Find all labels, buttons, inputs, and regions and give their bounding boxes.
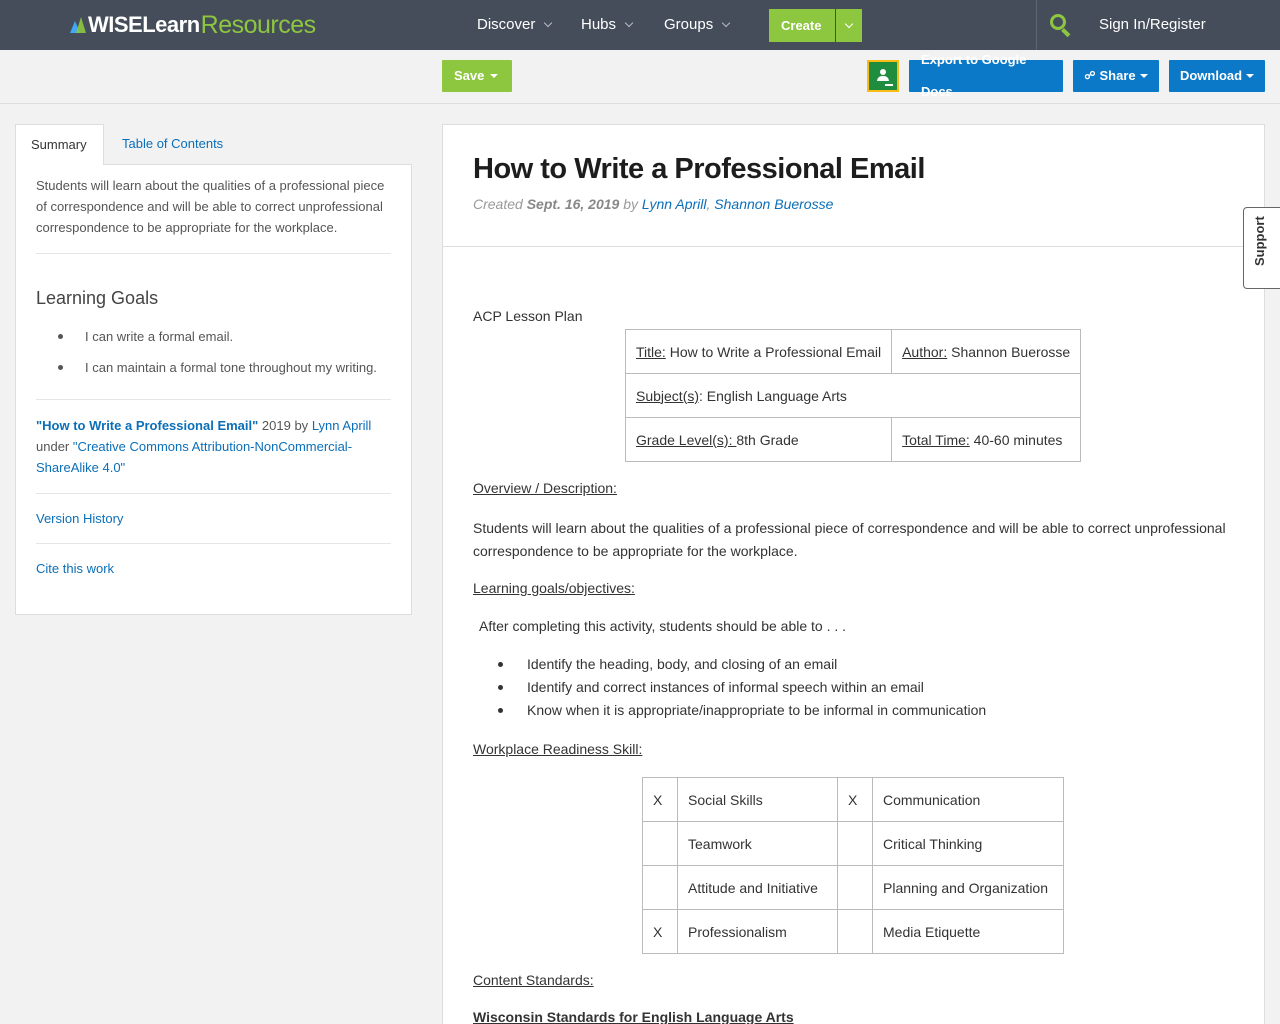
table-cell: Grade Level(s): 8th Grade	[624, 417, 893, 462]
save-button[interactable]: Save	[442, 60, 512, 92]
nav-divider	[1036, 0, 1037, 50]
nav-hubs[interactable]: Hubs	[581, 0, 634, 50]
list-item: Identify and correct instances of inform…	[527, 679, 924, 695]
chevron-down-icon	[624, 18, 634, 28]
author-link[interactable]: Shannon Buerosse	[714, 196, 833, 212]
lesson-plan-label: ACP Lesson Plan	[473, 308, 583, 324]
wiselearn-logo[interactable]: WISELearn Resources	[70, 11, 316, 39]
nav-groups[interactable]: Groups	[664, 0, 731, 50]
table-cell: X	[837, 777, 873, 822]
caret-down-icon	[1246, 74, 1255, 78]
learning-goals-list: I can write a formal email. I can mainta…	[36, 321, 391, 400]
table-cell: Professionalism	[677, 909, 838, 954]
bullet-icon	[498, 662, 503, 667]
table-cell	[642, 821, 678, 866]
divider	[443, 246, 1264, 247]
overview-heading: Overview / Description:	[473, 480, 617, 496]
table-row: Teamwork Critical Thinking	[642, 821, 1064, 866]
objectives-intro: After completing this activity, students…	[479, 618, 847, 634]
attribution: "How to Write a Professional Email" 2019…	[36, 415, 391, 494]
content-standards-heading: Content Standards:	[473, 972, 594, 988]
list-item: I can maintain a formal tone throughout …	[36, 352, 391, 383]
top-navbar: WISELearn Resources Discover Hubs Groups …	[0, 0, 1280, 50]
table-row: Attitude and Initiative Planning and Org…	[642, 865, 1064, 910]
created-date: Sept. 16, 2019	[526, 196, 620, 212]
learning-goals-heading: Learning Goals	[36, 288, 159, 308]
cite-this-work-link[interactable]: Cite this work	[36, 561, 114, 576]
tab-table-of-contents[interactable]: Table of Contents	[107, 124, 238, 165]
export-google-docs-button[interactable]: Export to Google Docs	[909, 52, 1063, 99]
table-cell: X	[642, 909, 678, 954]
table-row: X Social Skills X Communication	[642, 777, 1064, 822]
table-cell: X	[642, 777, 678, 822]
summary-panel: Students will learn about the qualities …	[15, 164, 412, 615]
chevron-down-icon	[544, 18, 553, 28]
table-cell: Social Skills	[677, 777, 838, 822]
created-meta: Created Sept. 16, 2019 by Lynn Aprill, S…	[473, 196, 834, 212]
share-button[interactable]: ☍ Share	[1073, 60, 1159, 92]
share-icon: ☍	[1084, 70, 1096, 82]
resource-content: How to Write a Professional Email Create…	[442, 124, 1265, 1024]
chevron-down-icon	[844, 19, 854, 28]
chevron-down-icon	[721, 18, 731, 28]
list-item: I can write a formal email.	[36, 321, 391, 352]
table-cell: Media Etiquette	[872, 909, 1064, 954]
nav-discover[interactable]: Discover	[477, 0, 553, 50]
standards-subheading: Wisconsin Standards for English Language…	[473, 1009, 794, 1024]
version-history-link[interactable]: Version History	[36, 511, 123, 526]
cite-row: Cite this work	[36, 544, 391, 594]
list-item: Know when it is appropriate/inappropriat…	[527, 702, 987, 718]
sign-in-register-link[interactable]: Sign In/Register	[1099, 0, 1206, 50]
page-title: How to Write a Professional Email	[473, 153, 925, 185]
lesson-info-table: Title: How to Write a Professional Email…	[624, 329, 1082, 462]
table-cell	[837, 909, 873, 954]
overview-text: Students will learn about the qualities …	[473, 520, 1226, 559]
workplace-skill-heading: Workplace Readiness Skill:	[473, 741, 643, 757]
table-cell: Total Time: 40-60 minutes	[891, 417, 1082, 462]
version-history-row: Version History	[36, 494, 391, 544]
table-cell: Title: How to Write a Professional Email	[624, 329, 893, 374]
author-link[interactable]: Lynn Aprill	[312, 418, 372, 433]
support-tab[interactable]: Support	[1243, 207, 1280, 289]
table-row: X Professionalism Media Etiquette	[642, 909, 1064, 954]
create-button[interactable]: Create	[769, 9, 833, 42]
tab-summary[interactable]: Summary	[15, 124, 104, 165]
table-cell	[642, 865, 678, 910]
google-classroom-icon[interactable]	[867, 60, 899, 92]
license-link[interactable]: "Creative Commons Attribution-NonCommerc…	[36, 439, 352, 475]
caret-down-icon	[1139, 74, 1148, 78]
logo-mark-icon	[70, 17, 86, 33]
table-cell: Attitude and Initiative	[677, 865, 838, 910]
table-cell	[837, 821, 873, 866]
table-cell	[837, 865, 873, 910]
learning-objectives-heading: Learning goals/objectives:	[473, 580, 635, 596]
table-cell: Author: Shannon Buerosse	[891, 329, 1082, 374]
author-link[interactable]: Lynn Aprill	[642, 196, 707, 212]
workplace-skills-table: X Social Skills X Communication Teamwork…	[642, 777, 1064, 954]
bullet-icon	[498, 685, 503, 690]
create-dropdown-toggle[interactable]	[835, 9, 862, 42]
bullet-icon	[498, 708, 503, 713]
table-cell: Planning and Organization	[872, 865, 1064, 910]
download-button[interactable]: Download	[1169, 60, 1265, 92]
summary-text: Students will learn about the qualities …	[36, 175, 391, 254]
table-cell: Critical Thinking	[872, 821, 1064, 866]
work-title-link[interactable]: "How to Write a Professional Email"	[36, 418, 258, 433]
list-item: Identify the heading, body, and closing …	[527, 656, 838, 672]
sidebar-tabs: Summary Table of Contents	[15, 124, 412, 165]
resource-toolbar: Save Export to Google Docs ☍ Share Downlo…	[0, 50, 1280, 104]
caret-down-icon	[490, 74, 499, 78]
table-cell: Communication	[872, 777, 1064, 822]
create-button-group: Create	[769, 9, 862, 42]
search-icon[interactable]	[1048, 12, 1074, 38]
table-cell: Teamwork	[677, 821, 838, 866]
table-cell: Subject(s): English Language Arts	[624, 373, 1082, 418]
